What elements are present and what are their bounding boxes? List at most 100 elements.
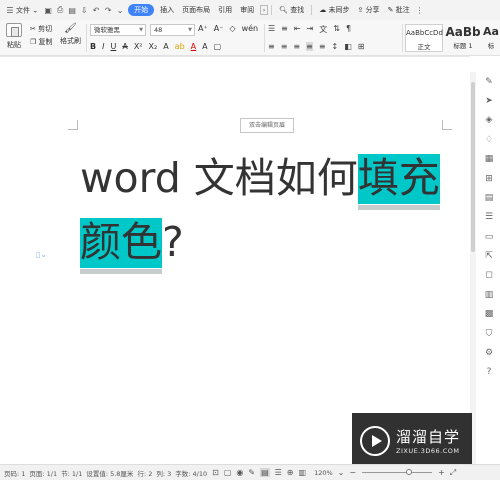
more-options-icon[interactable]: ⋮: [414, 4, 426, 16]
status-words[interactable]: 字数: 4/10: [175, 468, 207, 478]
chevron-down-icon: ▼: [188, 27, 192, 33]
chinese-layout-icon[interactable]: 文: [319, 24, 327, 35]
increase-indent-icon[interactable]: ⇥: [307, 24, 314, 35]
tab-home[interactable]: 开始: [128, 4, 155, 16]
style-heading-2[interactable]: Aa 标: [482, 24, 500, 52]
document-canvas[interactable]: [0, 56, 470, 464]
edit-icon[interactable]: ✎: [482, 72, 496, 91]
tab-insert[interactable]: 插入: [156, 5, 178, 15]
share-button[interactable]: ⇪ 分享: [353, 5, 383, 15]
settings-icon[interactable]: ☰: [482, 208, 496, 227]
underline-icon[interactable]: U: [110, 42, 116, 51]
help-icon[interactable]: ?: [482, 363, 496, 382]
document-text-line-1[interactable]: word 文档如何填充: [80, 150, 440, 210]
zoom-out-icon[interactable]: −: [349, 468, 356, 477]
comment-button[interactable]: ✎ 批注: [384, 5, 414, 15]
highlight-icon[interactable]: ab: [175, 42, 185, 51]
page-view-icon[interactable]: ▤: [260, 468, 270, 477]
align-left-icon[interactable]: ≡: [268, 42, 275, 51]
document-icon[interactable]: ▭: [482, 227, 496, 246]
zoom-level[interactable]: 120%: [314, 469, 333, 477]
redo-icon[interactable]: ↷: [102, 4, 114, 16]
save-icon[interactable]: ▣: [42, 4, 54, 16]
font-color-icon[interactable]: A: [191, 42, 196, 51]
frame-icon[interactable]: ◻: [482, 266, 496, 285]
reading-view-icon[interactable]: ▥: [299, 468, 307, 477]
line-spacing-icon[interactable]: ↕: [332, 42, 339, 51]
share-icon[interactable]: ⇱: [482, 246, 496, 265]
strikethrough-icon[interactable]: A: [122, 42, 127, 51]
sort-icon[interactable]: ⇅: [333, 24, 340, 35]
chevron-down-icon[interactable]: ⌄: [114, 4, 126, 16]
style-normal[interactable]: AaBbCcDd 正文: [405, 24, 443, 52]
search-button[interactable]: 🔍︎ 查找: [275, 5, 308, 15]
style-icon[interactable]: ◈: [482, 111, 496, 130]
table-icon[interactable]: ▦: [482, 150, 496, 169]
spellcheck-icon[interactable]: ⊡: [212, 468, 219, 477]
font-name-select[interactable]: 微软雅黑 ▼: [90, 24, 146, 36]
sync-button[interactable]: ☁ 未同步: [315, 5, 353, 15]
font-effect-icon[interactable]: A: [163, 42, 168, 51]
show-marks-icon[interactable]: ¶: [346, 24, 351, 35]
vertical-scrollbar[interactable]: [470, 72, 476, 464]
tab-review[interactable]: 审阅: [236, 5, 258, 15]
italic-icon[interactable]: I: [102, 42, 104, 51]
justify-icon[interactable]: ≡: [306, 42, 313, 51]
document-text-line-2[interactable]: 颜色?: [80, 214, 184, 274]
shading-icon[interactable]: ◧: [344, 42, 352, 51]
subscript-icon[interactable]: X₂: [149, 42, 158, 51]
zoom-slider-knob[interactable]: [405, 469, 412, 475]
paragraph-handle-icon[interactable]: ▯⌄: [36, 250, 47, 259]
distributed-icon[interactable]: ≡: [319, 42, 326, 51]
decrease-indent-icon[interactable]: ⇤: [294, 24, 301, 35]
zoom-in-icon[interactable]: +: [438, 468, 445, 477]
layout-icon[interactable]: ▤: [482, 188, 496, 207]
document-check-icon[interactable]: ▢: [224, 468, 232, 477]
cut-button[interactable]: ✂ 剪切: [30, 23, 53, 36]
print-preview-icon[interactable]: ⎙: [54, 4, 66, 16]
grid-icon[interactable]: ⊞: [482, 169, 496, 188]
scrollbar-thumb[interactable]: [471, 82, 475, 252]
file-menu[interactable]: ☰ 文件 ⌄: [0, 4, 42, 16]
tab-references[interactable]: 引用: [214, 5, 236, 15]
pinyin-icon[interactable]: wén: [242, 24, 259, 33]
align-right-icon[interactable]: ≡: [293, 42, 300, 51]
undo-icon[interactable]: ↶: [90, 4, 102, 16]
pen-icon[interactable]: ✎: [248, 468, 255, 477]
select-icon[interactable]: ➤: [482, 91, 496, 110]
gear-icon[interactable]: ⚙: [482, 343, 496, 362]
fit-window-icon[interactable]: ⤢: [450, 468, 456, 478]
export-icon[interactable]: ⇩: [78, 4, 90, 16]
borders-icon[interactable]: ⊞: [358, 42, 365, 51]
shield-icon[interactable]: ⛉: [482, 324, 496, 343]
paragraph-tools-bottom: ≡ ≡ ≡ ≡ ≡ ↕ ◧ ⊞: [268, 42, 364, 51]
tab-page-layout[interactable]: 页面布局: [178, 5, 214, 15]
clear-format-icon[interactable]: ◇: [229, 24, 235, 33]
char-border-icon[interactable]: ▢: [214, 42, 222, 51]
format-painter-button[interactable]: 🖌︎ 格式刷: [60, 23, 81, 46]
superscript-icon[interactable]: X²: [134, 42, 143, 51]
eye-icon[interactable]: ◉: [236, 468, 243, 477]
font-size-select[interactable]: 48 ▼: [150, 24, 195, 36]
bold-icon[interactable]: B: [90, 42, 96, 51]
zoom-slider[interactable]: [362, 469, 433, 475]
edit-header-tip[interactable]: 双击编辑页眉: [240, 118, 294, 133]
format-icon[interactable]: ♢: [482, 130, 496, 149]
outline-view-icon[interactable]: ☰: [275, 468, 282, 477]
char-shading-icon[interactable]: A: [202, 42, 207, 51]
more-tabs-button[interactable]: ›: [260, 5, 269, 15]
archive-icon[interactable]: ▥: [482, 285, 496, 304]
web-view-icon[interactable]: ⊕: [287, 468, 294, 477]
numbered-list-icon[interactable]: ≡: [281, 24, 288, 35]
image-icon[interactable]: ▩: [482, 305, 496, 324]
bullet-list-icon[interactable]: ☰: [268, 24, 275, 35]
style-heading-1[interactable]: AaBb 标题 1: [444, 24, 482, 52]
align-center-icon[interactable]: ≡: [281, 42, 288, 51]
paste-button[interactable]: 粘贴: [3, 23, 25, 50]
shrink-font-icon[interactable]: A⁻: [214, 24, 224, 33]
print-icon[interactable]: ▤: [66, 4, 78, 16]
divider: [264, 24, 265, 52]
copy-button[interactable]: ❐ 复制: [30, 36, 53, 49]
chevron-down-icon[interactable]: ⌄: [338, 468, 345, 477]
grow-font-icon[interactable]: A⁺: [198, 24, 208, 33]
